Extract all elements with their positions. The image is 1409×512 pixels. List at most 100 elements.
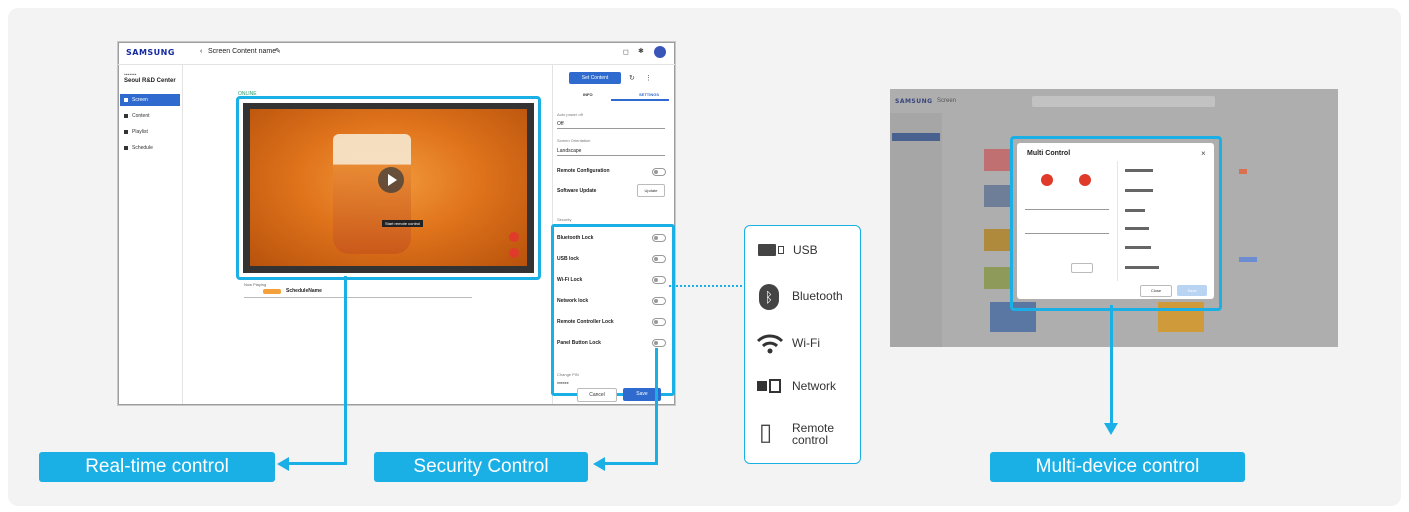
nav-screen[interactable]: Screen xyxy=(120,94,180,106)
notification-icon[interactable]: ◻ xyxy=(623,48,629,56)
update-button[interactable]: Update xyxy=(637,184,665,197)
nav-content-label: Content xyxy=(132,113,150,119)
nav-schedule-label: Schedule xyxy=(132,145,153,151)
realtime-connector xyxy=(344,276,347,465)
remote-control-icon: ▯ xyxy=(759,419,773,446)
tab-info[interactable]: INFO xyxy=(583,92,593,97)
drink-glass-shape xyxy=(333,134,411,254)
cancel-button[interactable]: Cancel xyxy=(577,388,617,402)
remote-control-label: Remote control xyxy=(792,421,835,447)
breadcrumb: Screen Content name xyxy=(208,48,277,55)
settings-icon[interactable]: ✱ xyxy=(638,47,644,55)
multi-arrow-icon xyxy=(1104,423,1118,435)
network-lock-label: Network lock xyxy=(557,298,589,304)
multi-device-control-callout: Multi-device control xyxy=(990,452,1245,482)
badge-dim-1 xyxy=(1239,169,1247,174)
nav-screen-label: Screen xyxy=(132,97,148,103)
status-badge xyxy=(263,289,281,294)
option1-label: Auto power off xyxy=(557,112,583,117)
network-lock-toggle[interactable] xyxy=(652,297,666,305)
badge-dim-2 xyxy=(1239,257,1257,262)
overlay-text: Start remote control xyxy=(382,220,424,227)
nav-content[interactable]: Content xyxy=(120,110,180,122)
content-preview-image: Start remote control xyxy=(250,109,527,266)
workspace-name[interactable]: Seoul R&D Center xyxy=(124,78,176,84)
play-icon xyxy=(388,174,397,186)
samsung-logo-dim: SAMSUNG xyxy=(895,98,933,105)
change-pin-label: Change PIN xyxy=(557,372,579,377)
screen-title-dim: Screen xyxy=(937,98,957,104)
usb-lock-label: USB lock xyxy=(557,256,579,262)
realtime-arrow-icon xyxy=(277,457,289,471)
set-content-button[interactable]: Set Content xyxy=(569,72,621,84)
network-label: Network xyxy=(792,379,837,393)
avatar[interactable] xyxy=(654,46,666,58)
security-connector xyxy=(655,348,658,465)
progress-bar xyxy=(244,297,472,298)
thumb-dim-1 xyxy=(984,149,1010,171)
refresh-icon[interactable]: ↻ xyxy=(629,74,635,82)
usb-lock-toggle[interactable] xyxy=(652,255,666,263)
wifi-label: Wi-Fi xyxy=(792,336,820,350)
play-button[interactable] xyxy=(378,167,404,193)
more-icon[interactable]: ⋮ xyxy=(645,74,652,82)
security-arrow-icon xyxy=(593,457,605,471)
network-icon xyxy=(757,381,767,391)
thumb-dim-4 xyxy=(984,267,1010,289)
software-update-label: Software Update xyxy=(557,188,597,194)
screen-content-screenshot: SAMSUNG ‹ Screen Content name ✎ ◻ ✱ ▪▪▪▪… xyxy=(117,41,676,406)
back-icon[interactable]: ‹ xyxy=(200,48,202,55)
security-heading: Security xyxy=(557,217,572,222)
power-icon[interactable] xyxy=(509,232,519,242)
security-connector-h xyxy=(604,462,658,465)
panel-button-lock-toggle[interactable] xyxy=(652,339,666,347)
screen-off-icon[interactable] xyxy=(509,248,519,258)
option1-value[interactable]: Off xyxy=(557,121,564,127)
samsung-logo: SAMSUNG xyxy=(126,48,175,57)
remote-control-row: ▯ Remote control xyxy=(745,414,860,462)
wifi-row: Wi-Fi xyxy=(745,323,860,363)
usb-label: USB xyxy=(793,243,818,257)
usb-row: USB xyxy=(745,231,860,271)
usb-icon xyxy=(758,244,776,256)
realtime-connector-h xyxy=(288,462,347,465)
wifi-icon xyxy=(756,329,784,357)
nav-schedule[interactable]: Schedule xyxy=(120,142,180,154)
remote-controller-lock-label: Remote Controller Lock xyxy=(557,319,614,325)
dotted-connector xyxy=(669,285,742,287)
schedule-name: ScheduleName xyxy=(286,288,322,294)
sidebar: ▪▪▪▪▪▪▪ Seoul R&D Center Screen Content … xyxy=(118,64,183,404)
multi-connector xyxy=(1110,305,1113,423)
nav-active-dim[interactable] xyxy=(892,133,940,141)
option2-value[interactable]: Landscape xyxy=(557,148,581,154)
top-bar: SAMSUNG ‹ Screen Content name ✎ ◻ ✱ xyxy=(118,42,675,65)
wifi-lock-label: Wi-Fi Lock xyxy=(557,277,583,283)
sidebar-dim xyxy=(890,113,942,347)
panel-button-lock-label: Panel Button Lock xyxy=(557,340,601,346)
realtime-control-callout: Real-time control xyxy=(39,452,275,482)
now-playing-label: Now Playing xyxy=(244,282,267,287)
wifi-lock-toggle[interactable] xyxy=(652,276,666,284)
bluetooth-lock-label: Bluetooth Lock xyxy=(557,235,594,241)
edit-icon[interactable]: ✎ xyxy=(275,47,281,55)
pin-value[interactable]: ****** xyxy=(557,382,569,388)
preview-frame: Start remote control xyxy=(243,103,534,273)
security-icon-list: USB ᛒ Bluetooth Wi-Fi Network ▯ Remote c… xyxy=(744,225,861,464)
security-control-callout: Security Control xyxy=(374,452,588,482)
bluetooth-lock-toggle[interactable] xyxy=(652,234,666,242)
remote-controller-lock-toggle[interactable] xyxy=(652,318,666,326)
remote-config-toggle[interactable] xyxy=(652,168,666,176)
usb-icon-tip xyxy=(778,246,784,254)
tab-settings[interactable]: SETTINGS xyxy=(639,92,659,97)
bluetooth-icon: ᛒ xyxy=(759,284,779,310)
realtime-highlight: Start remote control xyxy=(236,96,541,280)
thumb-dim-2 xyxy=(984,185,1010,207)
nav-playlist[interactable]: Playlist xyxy=(120,126,180,138)
network-port-icon xyxy=(769,379,781,393)
option2-label: Screen Orientation xyxy=(557,138,591,143)
nav-playlist-label: Playlist xyxy=(132,129,148,135)
search-input-dim[interactable] xyxy=(1032,96,1215,107)
remote-config-label: Remote Configuration xyxy=(557,168,610,174)
option2-underline xyxy=(557,155,665,156)
multi-control-highlight xyxy=(1010,136,1222,311)
